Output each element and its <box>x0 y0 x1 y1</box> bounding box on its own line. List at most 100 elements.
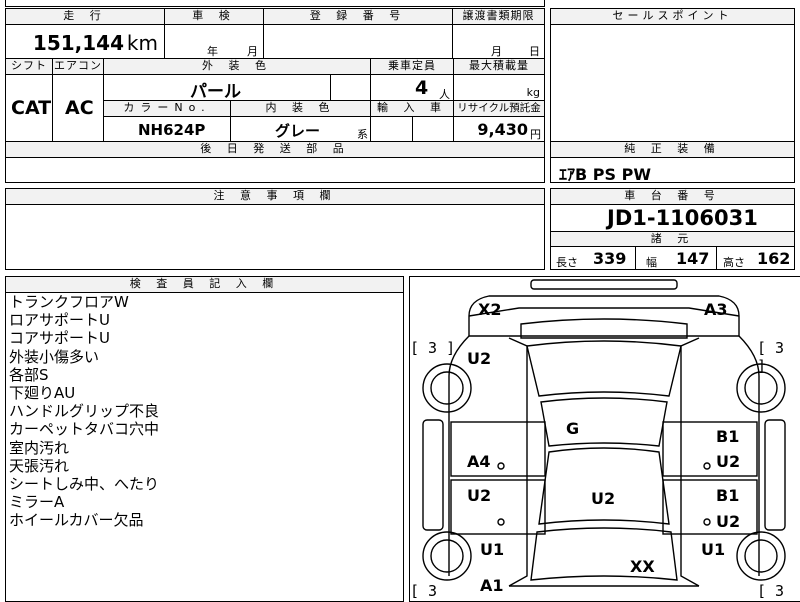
inspector-note: 各部S <box>9 365 49 384</box>
damage-rear-quarter-left: U2 <box>467 349 492 368</box>
damage-floor: U2 <box>591 489 616 508</box>
later-parts-header: 後 日 発 送 部 品 <box>5 141 545 158</box>
sales-point-cell <box>550 24 795 142</box>
damage-front-door-left: U2 <box>467 486 492 505</box>
inspector-note: トランクフロアW <box>9 293 129 311</box>
color-no-cell: NH624P <box>103 116 231 142</box>
chassis-value: JD1-1106031 <box>607 206 758 230</box>
inspection-header: 車 検 <box>164 8 264 25</box>
shift-cell: CAT <box>5 74 53 142</box>
inspector-note: ホイールカバー欠品 <box>9 511 144 530</box>
capacity-cell: 4 人 <box>370 74 454 101</box>
aircon-value: AC <box>65 97 94 119</box>
damage-front-fender-left: U1 <box>480 540 505 559</box>
interior-color-suffix: 系 <box>357 128 368 141</box>
specs-height-label: 高さ <box>723 256 745 269</box>
standard-equipment-cell: ｴｱB PS PW <box>550 157 795 184</box>
import-header: 輸 入 車 <box>370 100 454 117</box>
standard-equipment-value: ｴｱB PS PW <box>559 165 651 184</box>
damage-hood: XX <box>630 557 655 576</box>
damage-front-door-right-1: B1 <box>716 486 740 505</box>
inspector-note: カーペットタバコ穴中 <box>9 420 160 439</box>
specs-length-value: 339 <box>593 249 627 268</box>
transfer-month: 月 <box>491 45 502 58</box>
interior-color-cell: グレー 系 <box>230 116 371 142</box>
registration-cell <box>263 24 453 59</box>
tire-mark-rear-right: [ 3 ] <box>757 339 785 375</box>
inspection-year: 年 <box>207 45 218 58</box>
specs-length-cell: 長さ 339 <box>550 246 636 270</box>
recycle-value: 9,430 <box>477 120 528 139</box>
chassis-cell: JD1-1106031 <box>550 204 795 232</box>
tire-mark-rear-left: [ 3 ] <box>410 339 456 357</box>
inspector-note: シートしみ中、へたり <box>9 475 160 494</box>
specs-height-value: 162 <box>757 249 791 268</box>
specs-width-cell: 幅 147 <box>635 246 717 270</box>
specs-height-cell: 高さ 162 <box>716 246 795 270</box>
import-cell-1 <box>370 116 413 142</box>
car-diagram <box>422 279 786 587</box>
mileage-value: 151,144 <box>32 31 124 55</box>
damage-roof: G <box>566 419 580 438</box>
inspector-note: ハンドルグリップ不良 <box>9 402 160 421</box>
caution-header: 注 意 事 項 欄 <box>5 188 545 205</box>
mileage-cell: 151,144 km <box>5 24 165 59</box>
transfer-day: 日 <box>529 45 540 58</box>
damage-front-left: A1 <box>480 576 504 595</box>
transfer-header: 譲渡書類期限 <box>452 8 545 25</box>
top-fragment-strip <box>5 0 545 7</box>
specs-length-label: 長さ <box>556 256 578 269</box>
inspector-notes: トランクフロアW ロアサポートU コアサポートU 外装小傷多い 各部S 下廻りA… <box>5 292 404 602</box>
damage-rear-door-right-1: B1 <box>716 427 740 446</box>
inspector-note: ロアサポートU <box>9 311 110 330</box>
later-parts-cell <box>5 157 545 183</box>
max-load-header: 最大積載量 <box>453 58 545 75</box>
color-no-header: カラーNo. <box>103 100 231 117</box>
damage-rear-door-right-2: U2 <box>716 452 741 471</box>
specs-header: 諸 元 <box>550 231 795 247</box>
color-no-value: NH624P <box>138 121 206 139</box>
damage-front-fender-right: U1 <box>701 540 726 559</box>
damage-rear-door-left: A4 <box>467 452 491 471</box>
exterior-color-header: 外 装 色 <box>103 58 371 75</box>
recycle-cell: 9,430 円 <box>453 116 545 142</box>
chassis-header: 車 台 番 号 <box>550 188 795 205</box>
inspector-note: 外装小傷多い <box>9 347 100 366</box>
tire-mark-front-right: [ 3 <box>757 582 785 600</box>
transfer-cell: 月 日 <box>452 24 545 59</box>
standard-equipment-header: 純 正 装 備 <box>550 141 795 158</box>
damage-rear-right: A3 <box>704 300 728 319</box>
exterior-color-extra <box>330 74 371 101</box>
exterior-color-cell: パール <box>103 74 331 102</box>
recycle-unit: 円 <box>530 128 541 141</box>
inspector-note: 天張汚れ <box>9 456 70 475</box>
inspector-note: 室内汚れ <box>9 438 70 457</box>
registration-header: 登 録 番 号 <box>263 8 453 25</box>
inspection-month: 月 <box>247 45 258 58</box>
shift-header: シフト <box>5 58 53 75</box>
damage-front-door-right-2: U2 <box>716 512 741 531</box>
inspector-header: 検 査 員 記 入 欄 <box>5 276 404 293</box>
caution-cell <box>5 204 545 270</box>
exterior-color-value: パール <box>190 82 241 102</box>
shift-value: CAT <box>11 97 52 119</box>
interior-color-header: 内 装 色 <box>230 100 371 117</box>
inspector-note: 下廻りAU <box>9 384 76 403</box>
import-cell-2 <box>412 116 454 142</box>
capacity-header: 乗車定員 <box>370 58 454 75</box>
specs-width-value: 147 <box>676 249 710 268</box>
mileage-unit: km <box>126 31 158 55</box>
mileage-header: 走 行 <box>5 8 165 25</box>
aircon-header: エアコン <box>52 58 104 75</box>
inspector-note: ミラーA <box>9 493 65 512</box>
interior-color-value: グレー <box>275 122 321 140</box>
max-load-unit: kg <box>526 86 540 99</box>
inspection-cell: 年 月 <box>164 24 264 59</box>
max-load-cell: kg <box>453 74 545 101</box>
specs-width-label: 幅 <box>646 256 657 269</box>
damage-rear-left: X2 <box>478 300 502 319</box>
sales-point-header: セールスポイント <box>550 8 795 25</box>
aircon-cell: AC <box>52 74 104 142</box>
inspector-note: コアサポートU <box>9 329 110 348</box>
tire-mark-front-left: [ 3 <box>410 582 438 600</box>
